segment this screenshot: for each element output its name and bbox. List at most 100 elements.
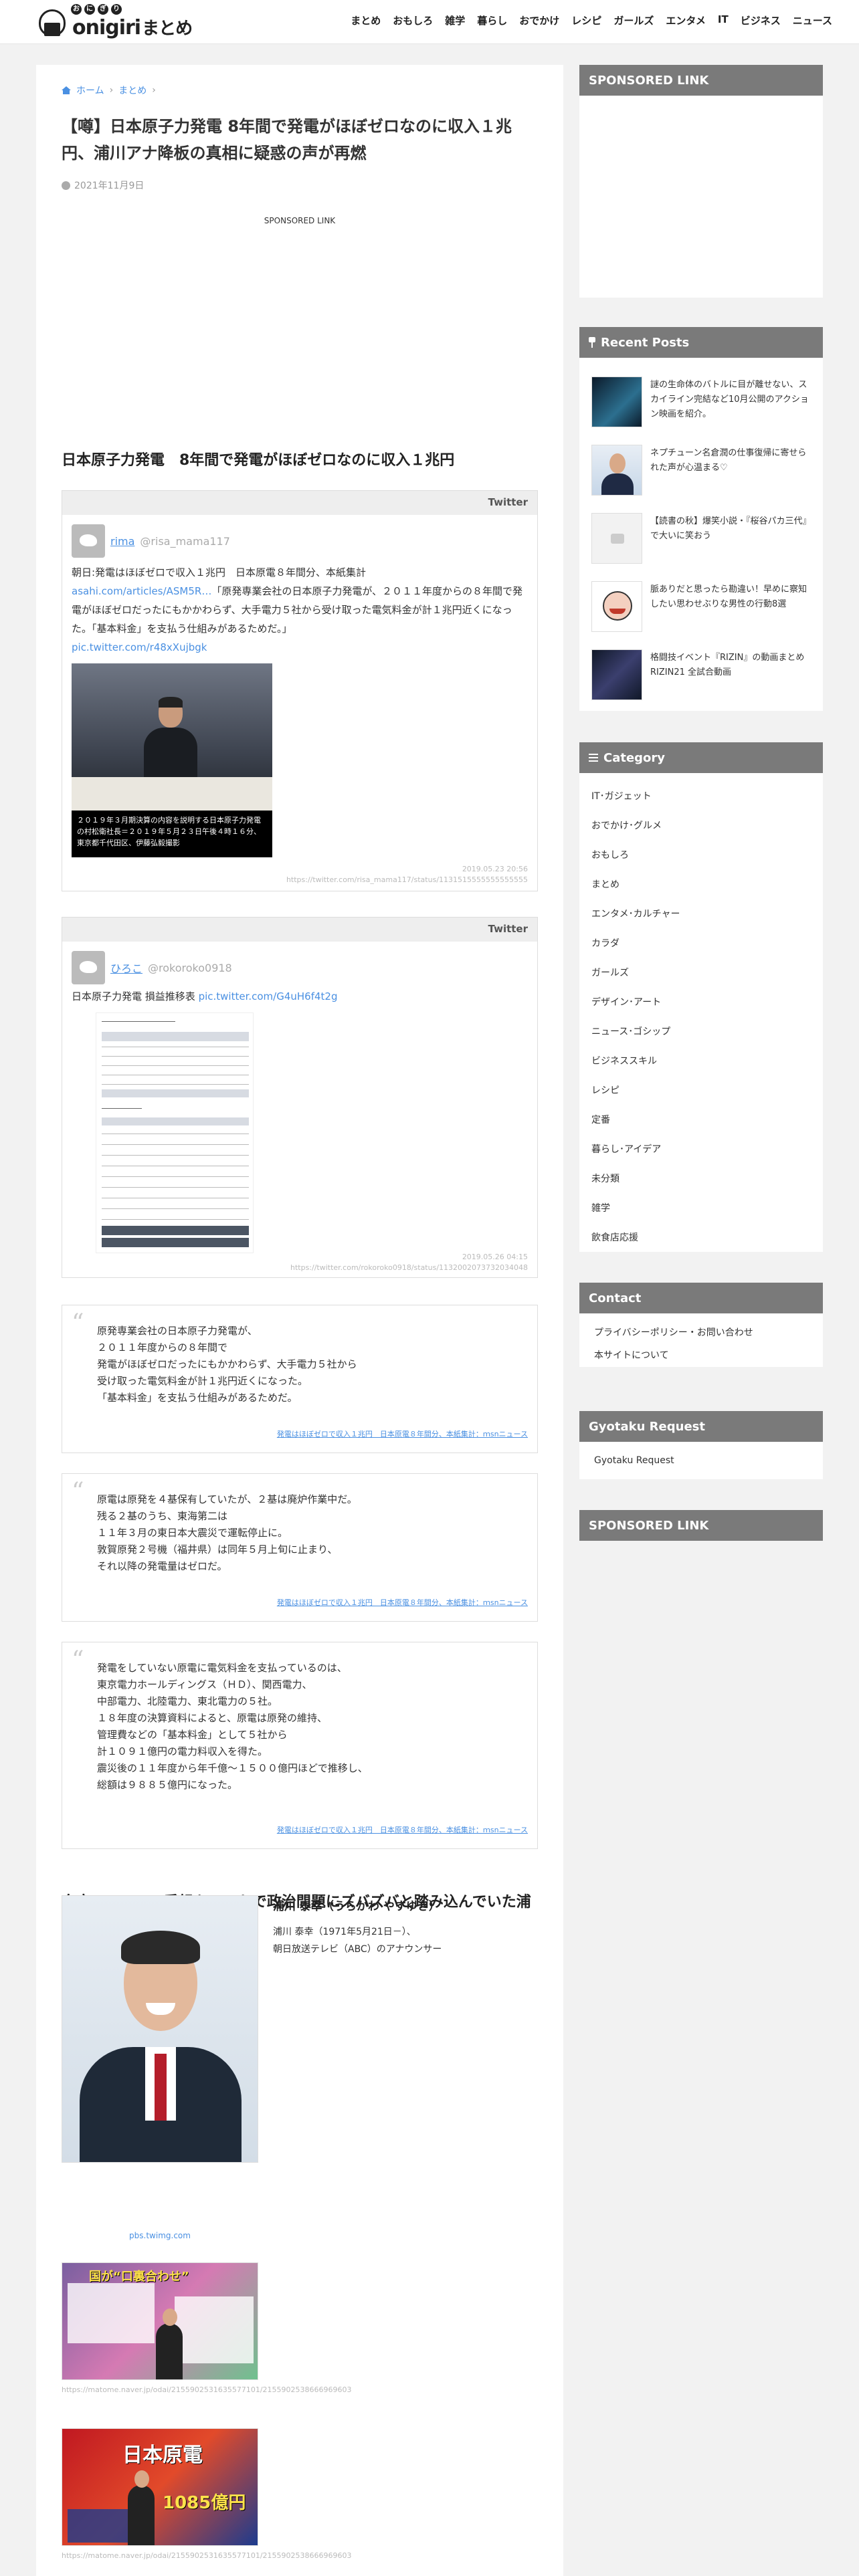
- category-item[interactable]: まとめ: [591, 877, 619, 891]
- recent-post-title[interactable]: 【読書の秋】爆笑小説・『桜谷パカ三代』で大いに笑おう: [650, 514, 811, 544]
- tweet-username[interactable]: ひろこ: [110, 960, 142, 976]
- category-item[interactable]: ガールズ: [591, 966, 629, 979]
- tv1-source-link[interactable]: https://matome.naver.jp/odai/21559025316…: [62, 2384, 352, 2396]
- tv2-source-link[interactable]: https://matome.naver.jp/odai/21559025316…: [62, 2550, 352, 2562]
- category-item[interactable]: 未分類: [591, 1172, 619, 1185]
- list-icon: [589, 754, 598, 762]
- nav-item-entame[interactable]: エンタメ: [666, 13, 706, 27]
- contact-link-about[interactable]: 本サイトについて: [594, 1348, 669, 1362]
- tv2-amount: 1085億円: [163, 2493, 246, 2513]
- category-item[interactable]: デザイン･アート: [591, 995, 661, 1008]
- sidebar-sponsored: SPONSORED LINK: [579, 65, 823, 298]
- nav-item-girls[interactable]: ガールズ: [613, 13, 654, 27]
- onigiri-logo-icon: [37, 7, 67, 37]
- quote-mark-icon: “: [72, 1478, 84, 1505]
- category-item[interactable]: カラダ: [591, 936, 619, 950]
- tweet-pic-link[interactable]: pic.twitter.com/r48xXujbgk: [72, 641, 207, 653]
- category-item[interactable]: おもしろ: [591, 848, 629, 861]
- category-item[interactable]: ビジネススキル: [591, 1054, 657, 1067]
- tweet-timestamp: 2019.05.23 20:56: [462, 865, 528, 873]
- home-icon: [62, 86, 71, 94]
- gyotaku-title: Gyotaku Request: [579, 1411, 823, 1442]
- announcer-photo[interactable]: [62, 1895, 258, 2163]
- category-item[interactable]: 定番: [591, 1113, 610, 1126]
- site-logo[interactable]: お に ぎ り onigiriまとめ: [37, 4, 193, 40]
- category-item[interactable]: エンタメ･カルチャー: [591, 907, 680, 920]
- recent-post-thumbnail[interactable]: [591, 445, 642, 496]
- recent-post-thumbnail[interactable]: [591, 513, 642, 564]
- recent-post-item[interactable]: 脈ありだと思ったら勘違い！早めに察知したい思わせぶりな男性の行動8選: [591, 581, 812, 635]
- nav-item-zatsugaku[interactable]: 雑学: [445, 13, 465, 27]
- camera-icon: [611, 534, 624, 544]
- recent-posts-header: Recent Posts: [579, 327, 823, 358]
- tweet-meta: 2019.05.26 04:15 https://twitter.com/rok…: [290, 1252, 528, 1273]
- recent-post-thumbnail[interactable]: [591, 377, 642, 427]
- tweet-link-asahi[interactable]: asahi.com/articles/ASM5R…: [72, 585, 211, 597]
- post-date-text: 2021年11月9日: [74, 181, 145, 191]
- global-nav: まとめ おもしろ 雑学 暮らし おでかけ レシピ ガールズ エンタメ IT ビジ…: [351, 13, 832, 27]
- blockquote-3: “ 発電をしていない原電に電気料金を支払っているのは、 東京電力ホールディングス…: [62, 1642, 538, 1849]
- photo-source-link[interactable]: pbs.twimg.com: [62, 2231, 258, 2240]
- breadcrumb: ホーム › まとめ ›: [62, 84, 156, 97]
- announcer-description: 浦川 泰幸（1971年5月21日－）、 朝日放送テレビ（ABC）のアナウンサー: [273, 1927, 442, 1955]
- nav-item-matome[interactable]: まとめ: [351, 13, 381, 27]
- sidebar-contact: Contact プライバシーポリシー・お問い合わせ 本サイトについて: [579, 1283, 823, 1367]
- recent-post-item[interactable]: ネプチューン名倉潤の仕事復帰に寄せられた声が心温まる♡: [591, 445, 812, 498]
- breadcrumb-matome[interactable]: まとめ: [118, 84, 147, 97]
- recent-post-title[interactable]: 格闘技イベント『RIZIN』の動画まとめ RIZIN21 全試合動画: [650, 651, 811, 680]
- tweet-user: rima @risa_mama117: [72, 524, 230, 558]
- tv-screenshot-2[interactable]: 日本原電 1085億円: [62, 2428, 258, 2546]
- nav-item-news[interactable]: ニュース: [793, 13, 832, 27]
- quote-source-link[interactable]: 発電はほぼゼロで収入１兆円 日本原電８年間分、本紙集計：ｍsnニュース: [277, 1597, 528, 1608]
- breadcrumb-separator: ›: [109, 85, 114, 96]
- announcer-name: 浦川 泰幸（うらかわ やすゆき）: [273, 1900, 440, 1913]
- tweet-embed-1: Twitter rima @risa_mama117 朝日:発電はほぼゼロで収入…: [62, 490, 538, 891]
- clock-icon: [62, 181, 70, 190]
- nav-item-business[interactable]: ビジネス: [741, 13, 781, 27]
- category-item[interactable]: おでかけ･グルメ: [591, 819, 662, 832]
- logo-ruby-char: り: [111, 4, 122, 15]
- tweet-text-line: 日本原子力発電 損益推移表: [72, 990, 195, 1002]
- recent-post-thumbnail[interactable]: [591, 649, 642, 700]
- nav-item-recipe[interactable]: レシピ: [571, 13, 601, 27]
- recent-post-item[interactable]: 謎の生命体のバトルに目が離せない、スカイライン完結など10月公開のアクション映画…: [591, 377, 812, 430]
- tv2-headline: 日本原電: [122, 2444, 203, 2467]
- recent-post-item[interactable]: 【読書の秋】爆笑小説・『桜谷パカ三代』で大いに笑おう: [591, 513, 812, 566]
- category-item[interactable]: 飲食店応援: [591, 1230, 638, 1244]
- tweet-url[interactable]: https://twitter.com/risa_mama117/status/…: [286, 875, 528, 885]
- logo-ruby: お に ぎ り: [71, 4, 122, 15]
- income-statement-image[interactable]: [96, 1012, 254, 1253]
- tweet-photo[interactable]: ２０１９年３月期決算の内容を説明する日本原子力発電の村松衛社長＝２０１９年５月２…: [72, 663, 272, 857]
- twitter-bird-icon: [72, 951, 105, 984]
- category-item[interactable]: レシピ: [591, 1083, 619, 1097]
- quote-source-link[interactable]: 発電はほぼゼロで収入１兆円 日本原電８年間分、本紙集計：ｍsnニュース: [277, 1824, 528, 1835]
- category-item[interactable]: 暮らし･アイデア: [591, 1142, 661, 1156]
- tv-screenshot-1[interactable]: 国が“口裏合わせ”: [62, 2262, 258, 2380]
- tweet-handle: @risa_mama117: [140, 534, 230, 548]
- recent-post-thumbnail[interactable]: [591, 581, 642, 632]
- post-date: 2021年11月9日: [62, 179, 144, 192]
- nav-item-it[interactable]: IT: [718, 13, 729, 27]
- tweet-text: 日本原子力発電 損益推移表 pic.twitter.com/G4uH6f4t2g: [72, 987, 527, 1006]
- contact-link-privacy[interactable]: プライバシーポリシー・お問い合わせ: [594, 1325, 753, 1339]
- gyotaku-request-link[interactable]: Gyotaku Request: [594, 1455, 674, 1466]
- tweet-username[interactable]: rima: [110, 535, 134, 548]
- nav-item-odekake[interactable]: おでかけ: [519, 13, 559, 27]
- quote-source-link[interactable]: 発電はほぼゼロで収入１兆円 日本原電８年間分、本紙集計：ｍsnニュース: [277, 1428, 528, 1439]
- quote-text: 原電は原発を４基保有していたが、２基は廃炉作業中だ。 残る２基のうち、東海第二は…: [97, 1493, 357, 1572]
- nav-item-kurashi[interactable]: 暮らし: [477, 13, 507, 27]
- recent-post-title[interactable]: 脈ありだと思ったら勘違い！早めに察知したい思わせぶりな男性の行動8選: [650, 582, 811, 612]
- recent-post-item[interactable]: 格闘技イベント『RIZIN』の動画まとめ RIZIN21 全試合動画: [591, 649, 812, 703]
- category-item[interactable]: IT･ガジェット: [591, 789, 652, 802]
- breadcrumb-home[interactable]: ホーム: [76, 84, 104, 97]
- recent-post-title[interactable]: 謎の生命体のバトルに目が離せない、スカイライン完結など10月公開のアクション映画…: [650, 378, 811, 422]
- sidebar-sponsored-2: SPONSORED LINK: [579, 1510, 823, 1541]
- tweet-url[interactable]: https://twitter.com/rokoroko0918/status/…: [290, 1263, 528, 1273]
- logo-ruby-char: お: [71, 4, 82, 15]
- category-item[interactable]: ニュース･ゴシップ: [591, 1025, 670, 1038]
- tweet-pic-link[interactable]: pic.twitter.com/G4uH6f4t2g: [199, 990, 338, 1002]
- tweet-photo-caption: ２０１９年３月期決算の内容を説明する日本原子力発電の村松衛社長＝２０１９年５月２…: [72, 811, 272, 857]
- category-item[interactable]: 雑学: [591, 1201, 610, 1214]
- nav-item-omoshiro[interactable]: おもしろ: [393, 13, 433, 27]
- recent-post-title[interactable]: ネプチューン名倉潤の仕事復帰に寄せられた声が心温まる♡: [650, 446, 811, 475]
